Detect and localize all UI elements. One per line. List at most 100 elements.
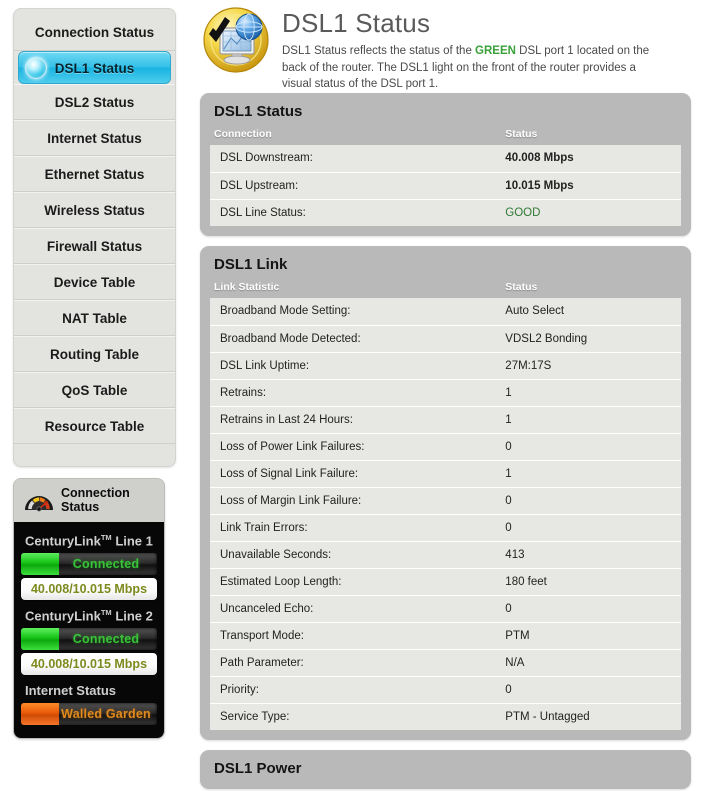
row-value: 1 xyxy=(497,459,681,488)
row-value: 1 xyxy=(497,378,681,407)
page-root: Connection Status DSL1 Status DSL2 Status I… xyxy=(0,0,703,791)
row-value: 0 xyxy=(497,486,681,515)
sidebar-item-firewall-status[interactable]: Firewall Status xyxy=(14,228,175,264)
connection-line-label: CenturyLinkTM Line 2 xyxy=(21,604,157,627)
sidebar-nav: Connection Status DSL1 Status DSL2 Status I… xyxy=(13,8,176,467)
sidebar-item-ethernet-status[interactable]: Ethernet Status xyxy=(14,156,175,192)
sidebar-item-nat-table[interactable]: NAT Table xyxy=(14,300,175,336)
sidebar-item-label: Wireless Status xyxy=(44,203,145,218)
connection-line-suffix: Line 1 xyxy=(115,533,153,549)
page-description-part1: DSL1 Status reflects the status of the xyxy=(282,45,476,57)
row-label: DSL Link Uptime: xyxy=(210,351,498,380)
sidebar-item-dsl1-status[interactable]: DSL1 Status xyxy=(18,51,171,84)
row-value: Auto Select xyxy=(497,298,681,326)
row-label: DSL Downstream: xyxy=(210,145,498,173)
table-row: Priority: 0 xyxy=(210,675,681,704)
gauge-icon xyxy=(24,488,54,512)
table-row: Retrains: 1 xyxy=(210,378,681,407)
connection-status-widget: Connection Status CenturyLinkTM Line 1 Co… xyxy=(13,478,165,740)
sidebar-bottom-spacer xyxy=(14,444,175,458)
row-value: 0 xyxy=(497,594,681,623)
sidebar-item-label: DSL1 Status xyxy=(54,61,135,76)
table-row: Loss of Margin Link Failure: 0 xyxy=(210,486,681,515)
sidebar-item-label: Resource Table xyxy=(44,419,145,434)
sidebar-item-dsl2-status[interactable]: DSL2 Status xyxy=(14,84,175,120)
table-header-row: Connection Status xyxy=(210,128,681,145)
row-label: Retrains in Last 24 Hours: xyxy=(210,405,498,434)
table-row: DSL Downstream: 40.008 Mbps xyxy=(210,145,681,173)
sidebar-item-internet-status[interactable]: Internet Status xyxy=(14,120,175,156)
sidebar-item-label: Device Table xyxy=(53,275,136,290)
sidebar-item-resource-table[interactable]: Resource Table xyxy=(14,408,175,444)
row-value: 180 feet xyxy=(497,567,681,596)
table-row: Transport Mode: PTM xyxy=(210,621,681,650)
row-label: Service Type: xyxy=(210,702,498,731)
table-row: DSL Link Uptime: 27M:17S xyxy=(210,351,681,380)
connection-status-title: Connection Status xyxy=(61,486,130,515)
row-label: DSL Line Status: xyxy=(210,198,498,227)
connection-line-brand: CenturyLink xyxy=(25,608,101,624)
connection-line-label: CenturyLinkTM Line 1 xyxy=(21,529,157,552)
sidebar-item-device-table[interactable]: Device Table xyxy=(14,264,175,300)
panel-title: DSL1 Link xyxy=(214,256,288,274)
connection-status-title-line1: Connection xyxy=(61,486,130,500)
table-row: Unavailable Seconds: 413 xyxy=(210,540,681,569)
column-header: Status xyxy=(505,128,538,141)
page-header: DSL1 Status DSL1 Status reflects the sta… xyxy=(194,0,703,93)
row-label: Loss of Power Link Failures: xyxy=(210,432,498,461)
page-title: DSL1 Status xyxy=(282,8,431,38)
row-label: Broadband Mode Setting: xyxy=(210,298,498,326)
sidebar-item-label: NAT Table xyxy=(62,311,127,326)
sidebar-item-label: Connection Status xyxy=(34,25,155,40)
sidebar-item-connection-status[interactable]: Connection Status xyxy=(14,15,175,51)
connection-status-title-line2: Status xyxy=(61,500,100,515)
row-value: 40.008 Mbps xyxy=(497,145,681,173)
row-label: Broadband Mode Detected: xyxy=(210,324,498,353)
panel-title: DSL1 Status xyxy=(214,103,303,121)
connection-status-header: Connection Status xyxy=(14,479,164,522)
connection-line-brand: CenturyLink xyxy=(25,533,101,549)
connection-state-bar: Connected xyxy=(21,553,157,576)
row-value: PTM xyxy=(497,621,681,650)
connection-state-bar: Connected xyxy=(21,628,157,651)
sidebar-item-label: Ethernet Status xyxy=(44,167,145,182)
table-header-row: Link Statistic Status xyxy=(210,281,681,298)
column-header: Connection xyxy=(214,128,272,141)
row-value: 413 xyxy=(497,540,681,569)
table-row: Loss of Power Link Failures: 0 xyxy=(210,432,681,461)
row-value: GOOD xyxy=(497,198,681,227)
table-row: Broadband Mode Setting: Auto Select xyxy=(210,298,681,326)
table-row: Link Train Errors: 0 xyxy=(210,513,681,542)
sidebar-item-wireless-status[interactable]: Wireless Status xyxy=(14,192,175,228)
sidebar-item-label: Internet Status xyxy=(47,131,142,146)
main-content: DSL1 Status DSL1 Status reflects the sta… xyxy=(194,0,703,791)
sidebar-item-qos-table[interactable]: QoS Table xyxy=(14,372,175,408)
sidebar-item-routing-table[interactable]: Routing Table xyxy=(14,336,175,372)
status-table: Connection Status DSL Downstream: 40.008 Mb… xyxy=(210,128,681,227)
table-row: Path Parameter: N/A xyxy=(210,648,681,677)
internet-state-text: Walled Garden xyxy=(61,707,151,722)
row-value: 10.015 Mbps xyxy=(497,171,681,200)
page-description-highlight: GREEN xyxy=(475,45,516,57)
trademark-symbol: TM xyxy=(100,608,112,618)
page-header-text: DSL1 Status DSL1 Status reflects the sta… xyxy=(282,4,660,93)
table-row: Uncanceled Echo: 0 xyxy=(210,594,681,623)
column-header: Link Statistic xyxy=(214,281,280,294)
row-value: 0 xyxy=(497,675,681,704)
column-header: Status xyxy=(505,281,538,294)
panel-dsl1-link: DSL1 Link Link Statistic Status Broadband M… xyxy=(200,246,691,741)
table-row: DSL Upstream: 10.015 Mbps xyxy=(210,171,681,200)
trademark-symbol: TM xyxy=(100,532,112,542)
status-orb-icon xyxy=(25,56,47,79)
row-value: 27M:17S xyxy=(497,351,681,380)
row-label: Path Parameter: xyxy=(210,648,498,677)
row-value: 0 xyxy=(497,432,681,461)
internet-status-label: Internet Status xyxy=(25,683,117,699)
table-row: Estimated Loop Length: 180 feet xyxy=(210,567,681,596)
table-row: Retrains in Last 24 Hours: 1 xyxy=(210,405,681,434)
connection-line-suffix: Line 2 xyxy=(115,608,153,624)
panels-container: DSL1 Status Connection Status DSL Downstrea… xyxy=(194,93,703,790)
status-table: Link Statistic Status Broadband Mode Setti… xyxy=(210,281,681,731)
row-value: 1 xyxy=(497,405,681,434)
table-row: Loss of Signal Link Failure: 1 xyxy=(210,459,681,488)
